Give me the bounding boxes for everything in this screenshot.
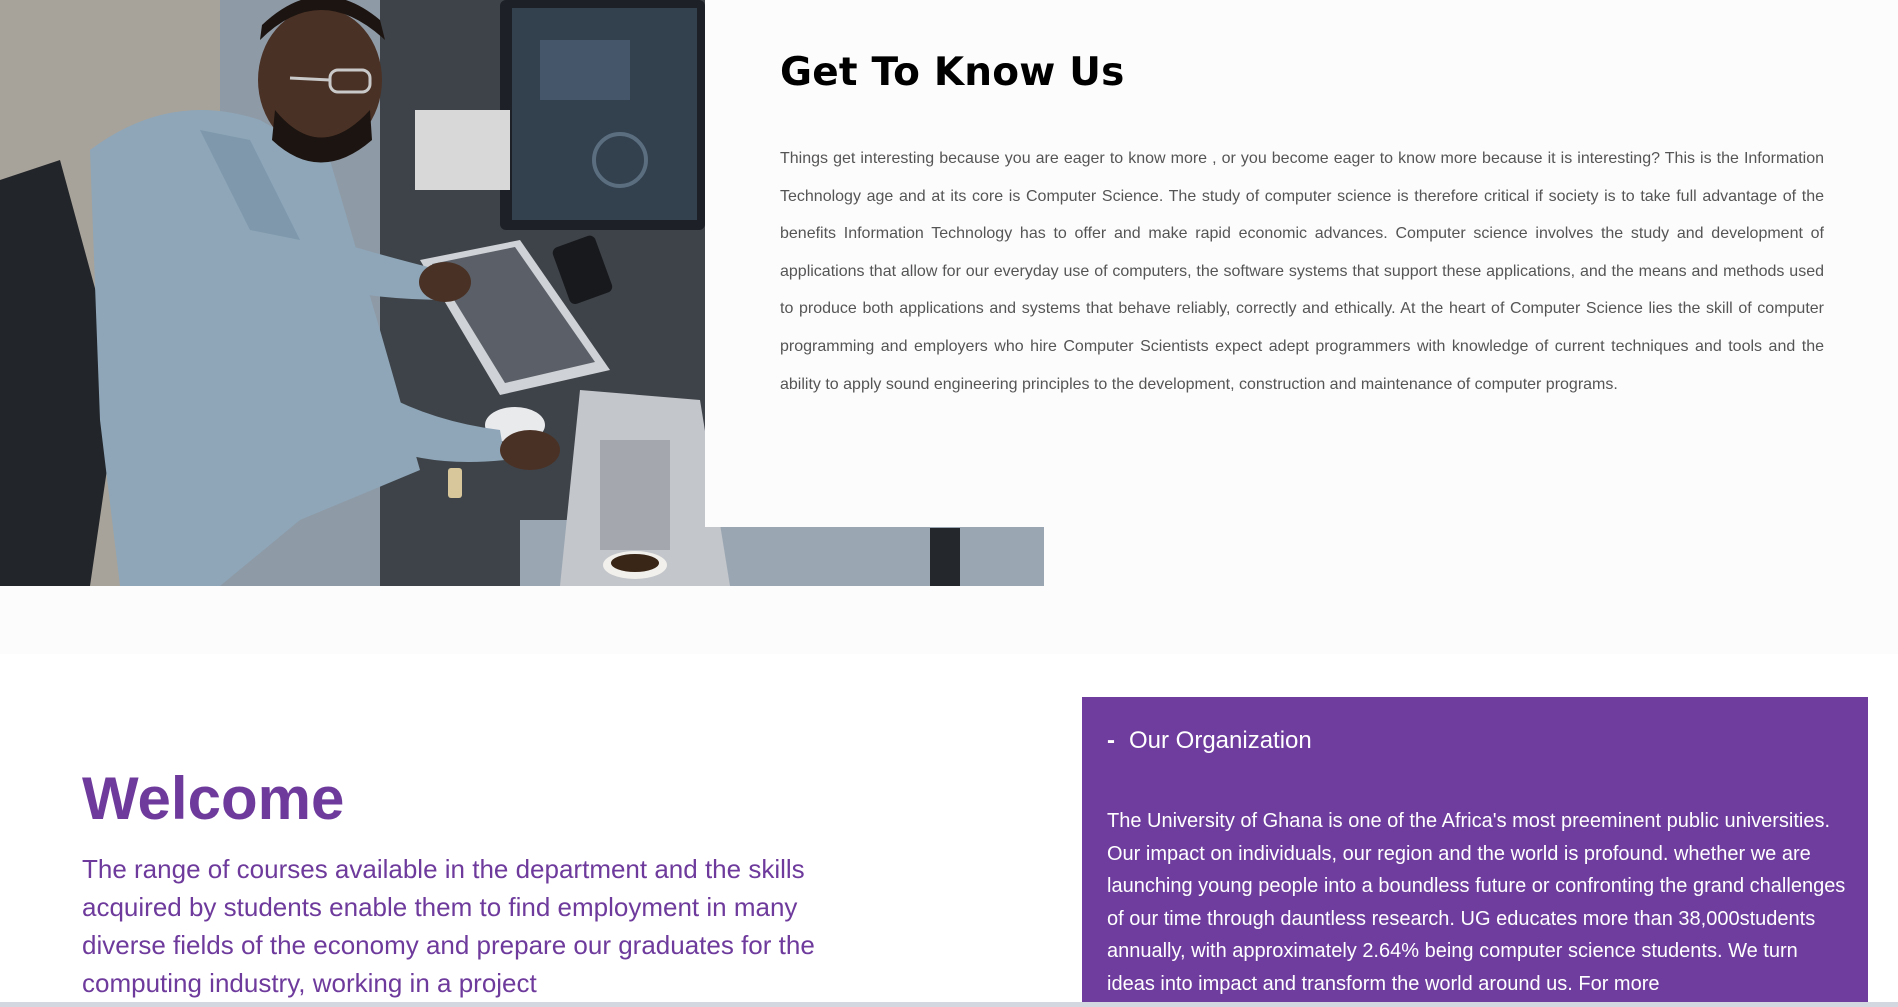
welcome-section: Welcome The range of courses available i… bbox=[0, 654, 1898, 1007]
organization-paragraph: The University of Ghana is one of the Af… bbox=[1107, 810, 1846, 995]
about-paragraph: Things get interesting because you are e… bbox=[780, 150, 1824, 393]
page: Get To Know Us Things get interesting be… bbox=[0, 0, 1898, 1007]
about-title: Get To Know Us bbox=[780, 50, 1125, 95]
organization-heading: Our Organization bbox=[1129, 727, 1312, 754]
collapse-icon[interactable]: - bbox=[1107, 727, 1129, 755]
window-bottom-edge bbox=[0, 1002, 1898, 1007]
welcome-paragraph: The range of courses available in the de… bbox=[82, 854, 815, 998]
organization-accordion-header[interactable]: - Our Organization bbox=[1107, 727, 1312, 755]
about-card: Get To Know Us Things get interesting be… bbox=[705, 0, 1898, 527]
organization-panel: - Our Organization The University of Gha… bbox=[1082, 697, 1868, 1007]
welcome-title: Welcome bbox=[82, 765, 345, 832]
